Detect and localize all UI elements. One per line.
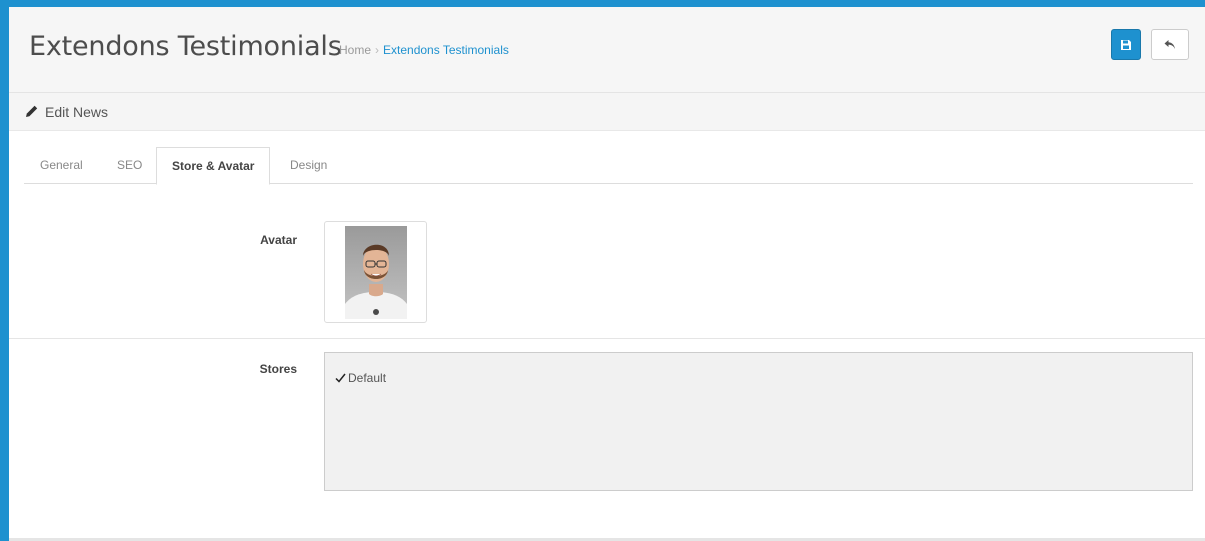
panel-heading: Edit News	[9, 93, 1205, 131]
tab-store-avatar[interactable]: Store & Avatar	[156, 147, 271, 185]
back-button[interactable]	[1151, 29, 1189, 60]
window-top-border	[0, 0, 1205, 7]
save-button[interactable]	[1111, 29, 1141, 60]
tab-seo[interactable]: SEO	[103, 147, 156, 184]
avatar-label: Avatar	[260, 233, 297, 247]
tab-bar: General SEO Store & Avatar Design	[24, 147, 1193, 185]
tab-design[interactable]: Design	[276, 147, 341, 184]
avatar-image-picker[interactable]	[324, 221, 427, 323]
pencil-icon	[26, 105, 38, 117]
tab-general[interactable]: General	[26, 147, 97, 184]
reply-icon	[1164, 40, 1175, 49]
stores-label: Stores	[259, 362, 297, 376]
store-option-default[interactable]: Default	[335, 371, 386, 385]
save-icon	[1121, 39, 1131, 50]
window-left-border	[0, 0, 9, 541]
store-option-label: Default	[348, 371, 387, 385]
panel-title: Edit News	[45, 104, 109, 120]
breadcrumb-current-link[interactable]: Extendons Testimonials	[383, 43, 509, 57]
form-divider	[9, 338, 1205, 339]
page-title: Extendons Testimonials	[29, 31, 342, 62]
breadcrumb: Home › Extendons Testimonials	[339, 43, 509, 57]
breadcrumb-separator: ›	[375, 43, 380, 57]
breadcrumb-home-link[interactable]: Home	[339, 43, 371, 57]
page-header: Extendons Testimonials Home › Extendons Te…	[9, 7, 1205, 93]
stores-checkbox-list: Default	[324, 352, 1193, 491]
checkbox-checked-icon[interactable]	[335, 373, 346, 383]
avatar-photo	[345, 226, 407, 319]
